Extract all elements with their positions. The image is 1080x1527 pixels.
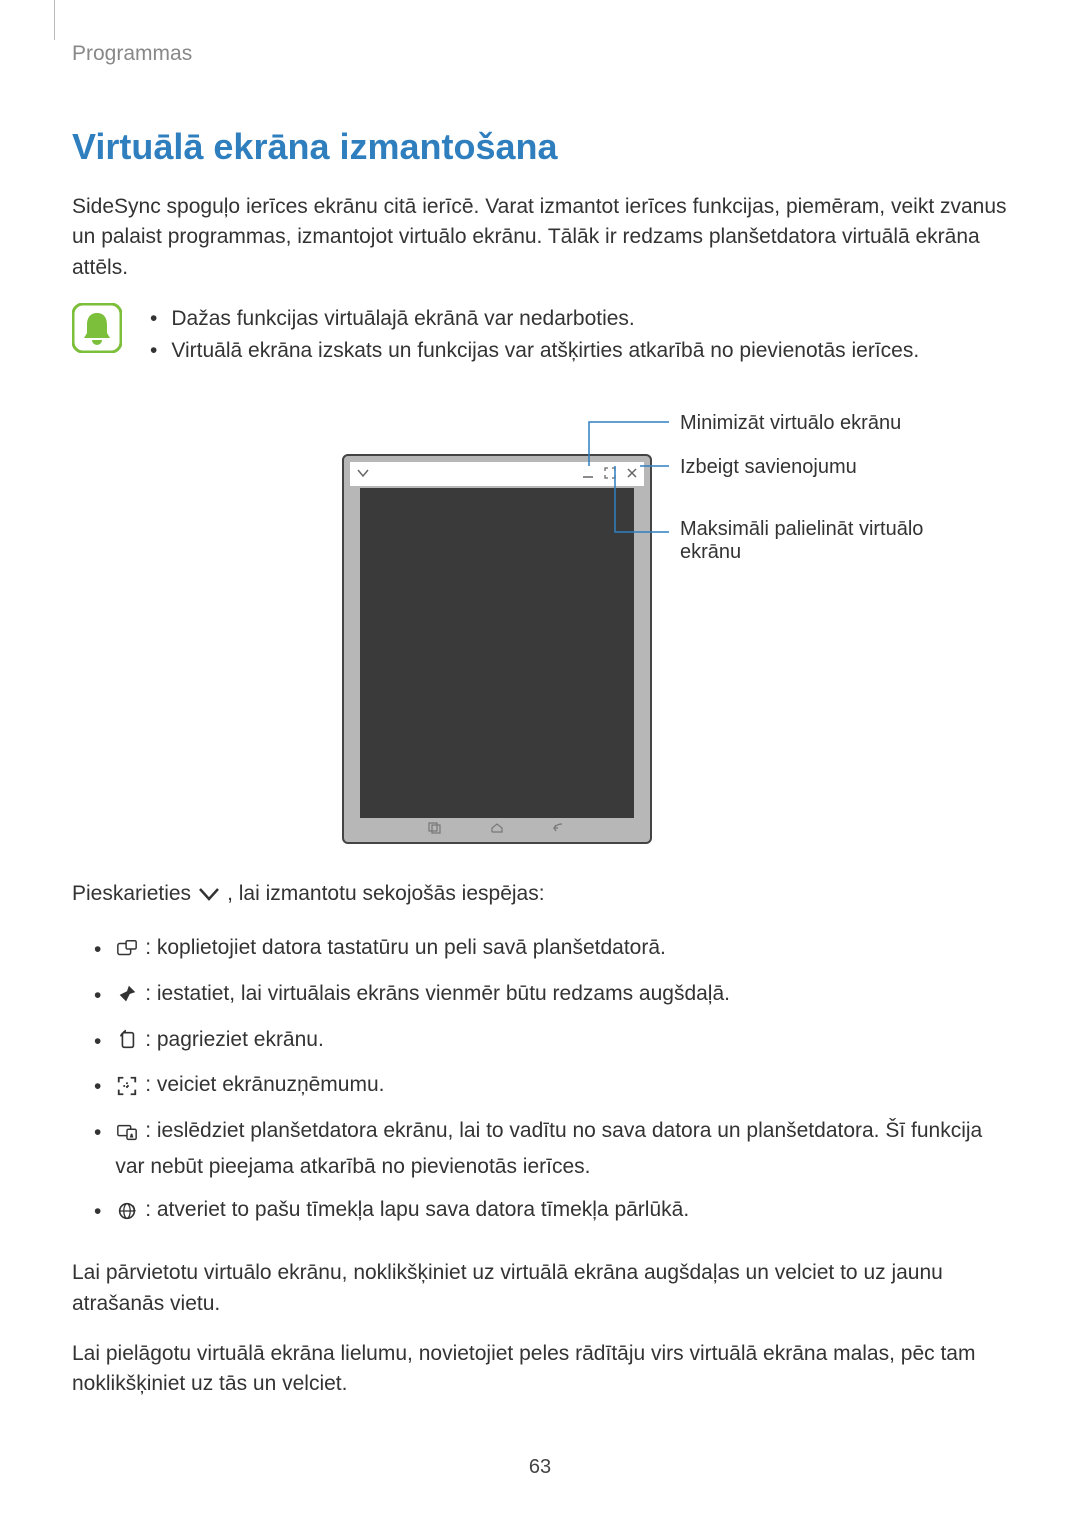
rotate-icon: [115, 1029, 139, 1051]
tablet-navbar: [404, 820, 590, 838]
virtual-screen-figure: Minimizāt virtuālo ekrānu Izbeigt savien…: [72, 406, 1008, 846]
page-number: 63: [72, 1456, 1008, 1479]
tablet-titlebar: [350, 462, 644, 486]
callout-maximize: Maksimāli palielināt virtuālo ekrānu: [680, 518, 980, 564]
options-intro-pre: Pieskarieties: [72, 882, 191, 906]
option-text: : atveriet to pašu tīmekļa lapu sava dat…: [145, 1198, 689, 1221]
pin-icon: [115, 983, 139, 1005]
screenshot-icon: [115, 1075, 139, 1097]
callout-minimize: Minimizāt virtuālo ekrānu: [680, 412, 901, 435]
note-item: Dažas funkcijas virtuālajā ekrānā var ne…: [171, 303, 634, 335]
option-text: : iestatiet, lai virtuālais ekrāns vienm…: [145, 982, 730, 1005]
margin-line: [54, 0, 55, 40]
keyboard-share-icon: [115, 938, 139, 960]
option-text: : veiciet ekrānuzņēmumu.: [145, 1073, 384, 1096]
callout-close: Izbeigt savienojumu: [680, 456, 857, 479]
move-paragraph: Lai pārvietotu virtuālo ekrānu, noklikšķ…: [72, 1258, 1008, 1319]
breadcrumb: Programmas: [72, 42, 1008, 66]
minimize-icon: [582, 466, 594, 482]
browser-sync-icon: [115, 1200, 139, 1222]
note-bell-icon: [72, 303, 122, 353]
note-item: Virtuālā ekrāna izskats un funkcijas var…: [171, 335, 919, 367]
back-icon: [552, 821, 566, 837]
resize-paragraph: Lai pielāgotu virtuālā ekrāna lielumu, n…: [72, 1339, 1008, 1400]
close-icon: [626, 466, 638, 482]
option-text: : ieslēdziet planšetdatora ekrānu, lai t…: [115, 1119, 982, 1178]
recent-apps-icon: [428, 821, 442, 837]
option-text: : koplietojiet datora tastatūru un peli …: [145, 936, 666, 959]
options-intro-post: , lai izmantotu sekojošās iespējas:: [227, 882, 545, 906]
note-block: Dažas funkcijas virtuālajā ekrānā var ne…: [72, 303, 1008, 366]
option-text: : pagrieziet ekrānu.: [145, 1028, 324, 1051]
intro-paragraph: SideSync spoguļo ierīces ekrānu citā ier…: [72, 192, 1008, 283]
options-intro: Pieskarieties , lai izmantotu sekojošās …: [72, 882, 1008, 906]
note-list: Dažas funkcijas virtuālajā ekrānā var ne…: [150, 303, 919, 366]
chevron-down-icon: [356, 466, 370, 483]
tablet-mock: [342, 454, 652, 844]
tablet-screen-area: [360, 488, 634, 818]
dual-screen-icon: [115, 1121, 139, 1143]
options-list: : koplietojiet datora tastatūru un peli …: [72, 930, 1008, 1230]
maximize-icon: [604, 466, 616, 482]
chevron-down-icon: [197, 884, 221, 904]
home-icon: [490, 821, 504, 837]
section-title: Virtuālā ekrāna izmantošana: [72, 126, 1008, 168]
